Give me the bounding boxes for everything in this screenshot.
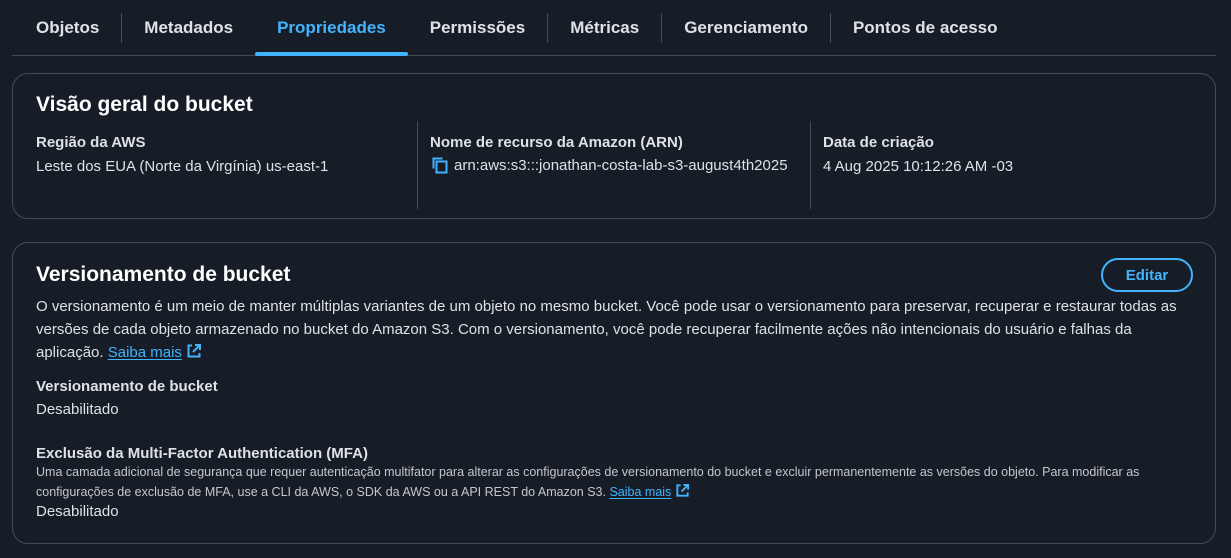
region-label: Região da AWS [36, 134, 146, 151]
mfa-delete-label: Exclusão da Multi-Factor Authentication … [36, 445, 368, 462]
mfa-learn-more-link[interactable]: Saiba mais [609, 485, 671, 499]
learn-more-link[interactable]: Saiba mais [108, 344, 182, 361]
tab-bar: Objetos Metadados Propriedades Permissõe… [12, 0, 1216, 56]
tab-objetos[interactable]: Objetos [12, 0, 121, 56]
bucket-overview-panel: Visão geral do bucket Região da AWS Lest… [12, 73, 1216, 219]
overview-title: Visão geral do bucket [36, 93, 253, 116]
creation-date-column: Data de criação 4 Aug 2025 10:12:26 AM -… [810, 121, 1204, 209]
external-link-icon [676, 483, 690, 497]
versioning-status-label: Versionamento de bucket [36, 378, 218, 395]
tab-metricas[interactable]: Métricas [548, 0, 661, 56]
copy-icon[interactable] [430, 155, 450, 175]
creation-date-value: 4 Aug 2025 10:12:26 AM -03 [823, 158, 1014, 175]
tab-metadados[interactable]: Metadados [122, 0, 255, 56]
versioning-status-value: Desabilitado [36, 401, 119, 418]
tab-propriedades[interactable]: Propriedades [255, 0, 408, 56]
mfa-delete-value: Desabilitado [36, 503, 119, 520]
arn-column: Nome de recurso da Amazon (ARN) arn:aws:… [417, 121, 811, 209]
arn-row: arn:aws:s3:::jonathan-costa-lab-s3-augus… [430, 155, 811, 176]
arn-value: arn:aws:s3:::jonathan-costa-lab-s3-augus… [454, 157, 788, 174]
tab-pontos-de-acesso[interactable]: Pontos de acesso [831, 0, 1020, 56]
versioning-description: O versionamento é um meio de manter múlt… [36, 295, 1196, 364]
tab-gerenciamento[interactable]: Gerenciamento [662, 0, 830, 56]
external-link-icon [187, 344, 201, 358]
bucket-versioning-panel: Versionamento de bucket Editar O version… [12, 242, 1216, 544]
edit-button[interactable]: Editar [1101, 258, 1193, 292]
region-value: Leste dos EUA (Norte da Virgínia) us-eas… [36, 158, 329, 175]
tab-permissoes[interactable]: Permissões [408, 0, 547, 56]
mfa-delete-help-text: Uma camada adicional de segurança que re… [36, 465, 1140, 499]
versioning-description-text: O versionamento é um meio de manter múlt… [36, 298, 1177, 361]
region-column: Região da AWS Leste dos EUA (Norte da Vi… [36, 121, 416, 209]
mfa-delete-help: Uma camada adicional de segurança que re… [36, 462, 1186, 502]
arn-label: Nome de recurso da Amazon (ARN) [430, 134, 683, 151]
versioning-title: Versionamento de bucket [36, 263, 291, 286]
creation-date-label: Data de criação [823, 134, 934, 151]
